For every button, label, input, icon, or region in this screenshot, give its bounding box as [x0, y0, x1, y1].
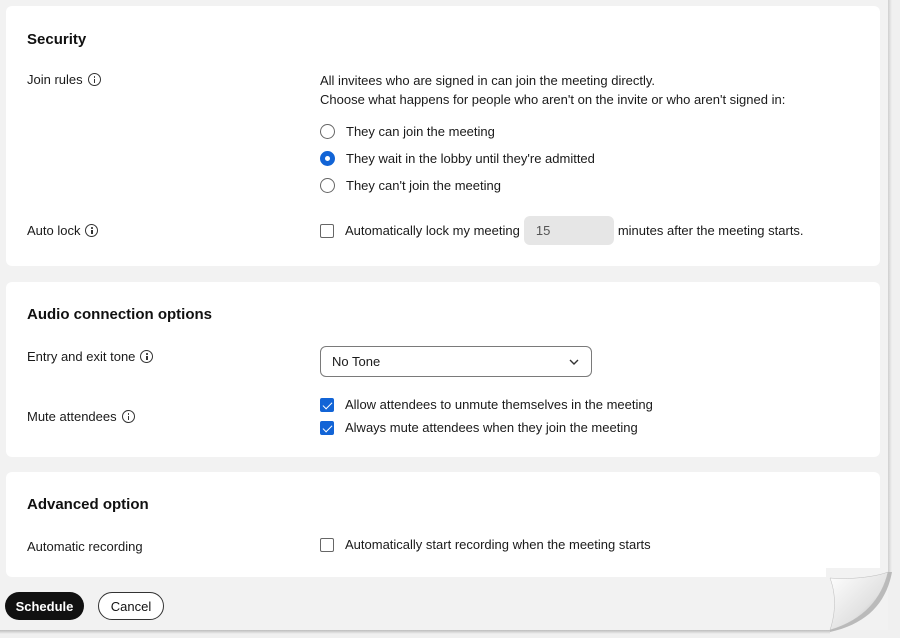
page-curl-decoration	[826, 568, 892, 632]
auto-lock-label: Auto lock	[27, 223, 99, 238]
advanced-option-section: Advanced option Automatic recording Auto…	[6, 472, 880, 577]
entry-exit-tone-select[interactable]: No Tone	[320, 346, 592, 377]
audio-title: Audio connection options	[27, 306, 212, 323]
automatic-recording-checkbox[interactable]	[320, 537, 334, 552]
page-shadow-bottom	[0, 630, 830, 634]
join-option-can-join[interactable]: They can join the meeting	[320, 124, 495, 139]
info-icon[interactable]	[85, 224, 99, 237]
auto-lock-minutes-input[interactable]	[523, 216, 614, 245]
chevron-down-icon	[569, 359, 579, 365]
info-icon[interactable]	[87, 73, 101, 86]
join-option-lobby[interactable]: They wait in the lobby until they're adm…	[320, 151, 595, 166]
auto-lock-checkbox-label: Automatically lock my meeting	[345, 223, 520, 238]
security-title: Security	[27, 31, 87, 48]
auto-lock-checkbox[interactable]	[320, 223, 334, 238]
join-rules-label-text: Join rules	[27, 72, 83, 87]
advanced-title: Advanced option	[27, 496, 149, 513]
cancel-button[interactable]: Cancel	[98, 592, 164, 620]
automatic-recording-label: Automatic recording	[27, 539, 143, 554]
mute-attendees-label: Mute attendees	[27, 409, 135, 424]
join-option-label: They can join the meeting	[346, 124, 495, 139]
join-rules-description-1: All invitees who are signed in can join …	[320, 73, 656, 88]
radio-lobby[interactable]	[320, 151, 335, 166]
automatic-recording-checkbox-label: Automatically start recording when the m…	[345, 537, 651, 552]
security-section: Security Join rules All invitees who are…	[6, 6, 880, 266]
meeting-options-page: Security Join rules All invitees who are…	[0, 0, 888, 630]
entry-exit-tone-selected: No Tone	[332, 354, 381, 369]
info-icon[interactable]	[140, 350, 154, 363]
auto-lock-suffix: minutes after the meeting starts.	[617, 223, 804, 238]
auto-lock-label-text: Auto lock	[27, 223, 81, 238]
automatic-recording-row[interactable]: Automatically start recording when the m…	[320, 537, 651, 552]
join-option-label: They can't join the meeting	[346, 178, 501, 193]
allow-unmute-checkbox[interactable]	[320, 397, 334, 412]
mute-option-allow-unmute[interactable]: Allow attendees to unmute themselves in …	[320, 397, 653, 412]
audio-connection-section: Audio connection options Entry and exit …	[6, 282, 880, 457]
join-option-label: They wait in the lobby until they're adm…	[346, 151, 595, 166]
schedule-button[interactable]: Schedule	[5, 592, 84, 620]
entry-exit-tone-label-text: Entry and exit tone	[27, 349, 136, 364]
automatic-recording-label-text: Automatic recording	[27, 539, 143, 554]
always-mute-checkbox[interactable]	[320, 420, 334, 435]
mute-option-label: Allow attendees to unmute themselves in …	[345, 397, 653, 412]
entry-exit-tone-label: Entry and exit tone	[27, 349, 154, 364]
radio-can-join[interactable]	[320, 124, 335, 139]
join-option-cannot-join[interactable]: They can't join the meeting	[320, 178, 501, 193]
auto-lock-row: Automatically lock my meeting minutes af…	[320, 216, 804, 245]
info-icon[interactable]	[121, 410, 135, 423]
page-shadow-right	[888, 0, 892, 572]
mute-attendees-label-text: Mute attendees	[27, 409, 117, 424]
mute-option-always-mute[interactable]: Always mute attendees when they join the…	[320, 420, 638, 435]
join-rules-description-2: Choose what happens for people who aren'…	[320, 92, 786, 107]
mute-option-label: Always mute attendees when they join the…	[345, 420, 638, 435]
radio-cannot-join[interactable]	[320, 178, 335, 193]
join-rules-label: Join rules	[27, 72, 101, 87]
